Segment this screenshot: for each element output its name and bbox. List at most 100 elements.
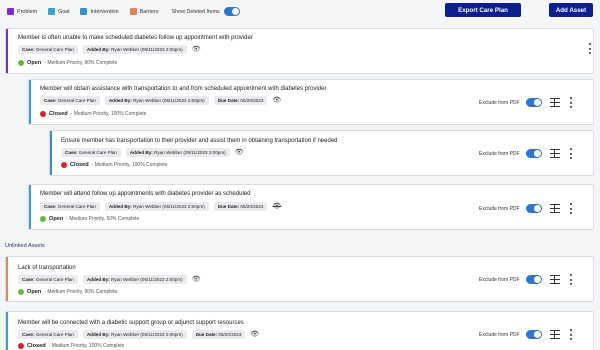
added-value: Ryan Webber (05/11/2023 2:00pm) [111,332,183,337]
added-by-chip: Added By: Ryan Webber (05/11/2023 2:00pm… [82,275,187,284]
card-accent [6,29,8,73]
case-prefix: Case: [22,277,35,282]
legend-label: Barriers [139,8,159,15]
case-prefix: Case: [44,98,57,103]
exclude-pdf-toggle[interactable] [525,275,542,284]
more-options-icon[interactable] [588,43,592,54]
asset-card-barrier[interactable]: Lack of transportation Case: General Car… [5,256,594,302]
status-label: Closed [49,111,68,117]
card-status: Closed - Medium Priority, 100% Complete [18,343,124,349]
card-accent [6,312,8,350]
asset-card-intervention[interactable]: Ensure member has transportation to thei… [49,130,594,176]
added-value: Ryan Webber (05/11/2023 2:00pm) [111,47,183,52]
status-dot [18,60,24,66]
card-meta: Case: General Care Plan Added By: Ryan W… [40,96,281,105]
card-status: Open - Medium Priority, 50% Complete [40,216,139,222]
added-prefix: Added By: [86,47,110,52]
exclude-pdf-toggle[interactable] [525,204,542,213]
top-bar: Problem Goal Intervention Barriers Show … [0,0,600,24]
case-value: General Care Plan [35,277,74,282]
status-label: Open [27,289,42,295]
exclude-pdf-label: Exclude from PDF [479,205,520,212]
case-chip: Case: General Care Plan [40,202,100,211]
added-by-chip: Added By: Ryan Webber (05/11/2023 2:00pm… [104,96,209,105]
status-detail: - Medium Priority, 90% Complete [44,289,118,295]
status-dot [40,111,46,117]
legend-label: Intervention [90,8,119,15]
show-deleted-label: Show Deleted Items [171,8,220,15]
legend-item-barriers: Barriers [129,8,159,15]
due-value: 05/20/2023 [240,204,264,209]
expand-collapse-icon[interactable] [549,275,560,284]
export-care-plan-button[interactable]: Export Care Plan [445,3,521,17]
added-value: Ryan Webber (05/11/2023 2:00pm) [133,204,205,209]
legend-label: Problem [17,8,38,15]
added-value: Ryan Webber (05/11/2023 2:00pm) [111,277,183,282]
card-status: Closed - Medium Priority, 100% Complete [61,162,167,168]
status-dot [18,343,24,349]
case-prefix: Case: [22,332,35,337]
card-accent [50,131,52,175]
card-title: Member is often unable to make scheduled… [18,35,253,41]
status-detail: - Medium Priority, 90% Complete [44,60,118,66]
case-chip: Case: General Care Plan [18,330,78,339]
expand-collapse-icon[interactable] [549,98,560,107]
problem-swatch [7,8,14,15]
exclude-pdf-label: Exclude from PDF [479,331,520,338]
case-value: General Care Plan [57,204,96,209]
eye-icon[interactable]: 👁 [250,331,259,338]
case-value: General Care Plan [57,98,96,103]
expand-collapse-icon[interactable] [549,204,560,213]
legend-item-goal: Goal [48,8,69,15]
case-value: General Care Plan [78,150,117,155]
card-status: Closed - Medium Priority, 100% Complete [40,111,146,117]
added-by-chip: Added By: Ryan Webber (05/11/2023 2:00pm… [125,148,230,157]
card-meta: Case: General Care Plan Added By: Ryan W… [18,330,259,339]
status-detail: - Medium Priority, 50% Complete [66,216,140,222]
added-by-chip: Added By: Ryan Webber (05/11/2023 2:00pm… [104,202,209,211]
due-prefix: Due Date: [195,332,218,337]
card-accent [29,185,31,229]
show-deleted-control: Show Deleted Items [172,7,240,16]
show-deleted-toggle[interactable] [223,7,240,16]
card-controls: Exclude from PDF [479,97,573,108]
asset-card-goal[interactable]: Member will attend follow up appointment… [28,184,594,230]
case-prefix: Case: [22,47,35,52]
legend-item-intervention: Intervention [80,8,119,15]
added-prefix: Added By: [108,204,132,209]
more-options-icon[interactable] [569,97,573,108]
eye-icon[interactable]: 👁 [235,149,244,156]
status-label: Closed [70,162,89,168]
exclude-pdf-toggle[interactable] [525,98,542,107]
eye-icon[interactable]: 👁 [192,46,201,53]
added-prefix: Added By: [86,277,110,282]
exclude-pdf-toggle[interactable] [525,149,542,158]
card-meta: Case: General Care Plan Added By: Ryan W… [18,45,201,54]
expand-collapse-icon[interactable] [549,330,560,339]
status-dot [18,289,24,295]
eye-icon[interactable]: 👁 [272,97,281,104]
card-meta: Case: General Care Plan Added By: Ryan W… [40,202,281,211]
goal-swatch [48,8,56,15]
more-options-icon[interactable] [569,203,573,214]
more-options-icon[interactable] [569,148,573,159]
add-asset-button[interactable]: Add Asset [549,3,593,17]
card-status: Open - Medium Priority, 90% Complete [18,60,117,66]
card-controls: Exclude from PDF [479,329,573,340]
case-prefix: Case: [44,204,57,209]
more-options-icon[interactable] [569,329,573,340]
asset-card-goal[interactable]: Member will obtain assistance with trans… [28,79,594,125]
eye-slash-icon[interactable]: 👁 [272,203,281,210]
eye-icon[interactable]: 👁 [192,276,201,283]
case-chip: Case: General Care Plan [18,45,78,54]
more-options-icon[interactable] [569,274,573,285]
added-prefix: Added By: [108,98,132,103]
due-date-chip: Due Date: 05/20/2023 [213,202,268,211]
asset-card-goal[interactable]: Member will be connected with a diabetic… [5,311,594,350]
expand-collapse-icon[interactable] [549,149,560,158]
exclude-pdf-toggle[interactable] [525,330,542,339]
card-meta: Case: General Care Plan Added By: Ryan W… [18,275,201,284]
exclude-pdf-label: Exclude from PDF [479,99,520,106]
case-prefix: Case: [65,150,78,155]
asset-card-problem[interactable]: Member is often unable to make scheduled… [5,28,594,74]
